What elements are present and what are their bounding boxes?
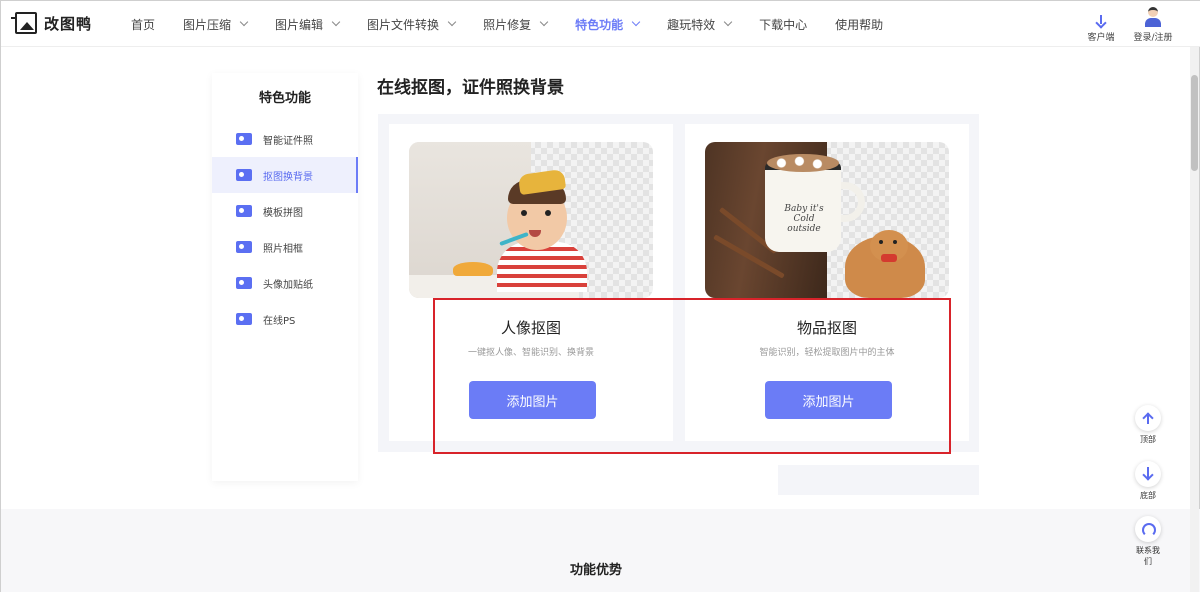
sidebar-item-label: 在线PS [263,315,296,327]
nav-item-download-center[interactable]: 下载中心 [759,16,807,33]
logo-text: 改图鸭 [44,14,93,33]
mug-text: Baby it's Cold outside [784,204,824,234]
advantages-section: 功能优势 [1,509,1200,592]
feature-sidebar: 特色功能 智能证件照 抠图换背景 模板拼图 照片相框 头像加贴纸 在线PS [212,73,358,481]
sidebar-item-label: 头像加贴纸 [263,279,313,291]
login-button[interactable]: 登录/注册 [1123,7,1183,43]
top-header: 改图鸭 首页 图片压缩 图片编辑 图片文件转换 照片修复 特色功能 趣玩特效 下… [1,1,1200,47]
float-label: 顶部 [1140,435,1156,444]
page-title: 在线抠图，证件照换背景 [377,78,564,98]
sidebar-item-label: 模板拼图 [263,207,303,219]
chevron-down-icon [539,17,549,27]
main-nav: 首页 图片压缩 图片编辑 图片文件转换 照片修复 特色功能 趣玩特效 下载中心 … [131,1,911,47]
chevron-down-icon [631,17,641,27]
chevron-down-icon [447,17,457,27]
nav-item-help[interactable]: 使用帮助 [835,16,883,33]
nav-item-image-edit[interactable]: 图片编辑 [275,16,341,33]
sidebar-item-label: 智能证件照 [263,135,313,147]
chevron-down-icon [239,17,249,27]
float-label: 联系我们 [1136,546,1160,566]
sidebar-item-online-ps[interactable]: 在线PS [212,301,358,337]
photo-frame-icon [236,241,252,253]
sidebar-item-avatar-sticker[interactable]: 头像加贴纸 [212,265,358,301]
sidebar-item-label: 照片相框 [263,243,303,255]
red-highlight-box [433,298,951,454]
logo-icon [11,12,37,34]
chevron-down-icon [723,17,733,27]
login-label: 登录/注册 [1133,33,1173,43]
nav-item-featured[interactable]: 特色功能 [575,16,641,33]
sidebar-item-photo-frame[interactable]: 照片相框 [212,229,358,265]
nav-item-fun-effects[interactable]: 趣玩特效 [667,16,733,33]
client-label: 客户端 [1087,33,1115,43]
arrow-down-icon [1135,461,1161,487]
go-to-bottom-button[interactable]: 底部 [1133,461,1163,501]
portrait-sample-image [409,142,653,298]
nav-item-image-compress[interactable]: 图片压缩 [183,16,249,33]
object-sample-image: Baby it's Cold outside [705,142,949,298]
sidebar-item-label: 抠图换背景 [263,171,313,183]
back-to-top-button[interactable]: 顶部 [1133,405,1163,445]
contact-us-button[interactable]: 联系我们 [1133,516,1163,567]
sidebar-item-template-collage[interactable]: 模板拼图 [212,193,358,229]
panel-footer-strip [778,465,979,495]
avatar-sticker-icon [236,277,252,289]
cutout-icon [236,169,252,181]
template-collage-icon [236,205,252,217]
arrow-up-icon [1135,405,1161,431]
client-download-button[interactable]: 客户端 [1071,7,1131,43]
user-avatar-icon [1145,7,1161,27]
download-icon [1096,15,1106,27]
headset-icon [1135,516,1161,542]
online-ps-icon [236,313,252,325]
float-label: 底部 [1140,491,1156,500]
nav-item-home[interactable]: 首页 [131,16,155,33]
nav-item-file-convert[interactable]: 图片文件转换 [367,16,457,33]
section-title: 功能优势 [569,563,622,578]
sidebar-title: 特色功能 [258,91,311,106]
logo[interactable]: 改图鸭 [11,12,93,34]
sidebar-item-id-photo[interactable]: 智能证件照 [212,121,358,157]
chevron-down-icon [331,17,341,27]
id-photo-icon [236,133,252,145]
sidebar-item-cutout[interactable]: 抠图换背景 [212,157,358,193]
vertical-scrollbar[interactable] [1190,47,1199,592]
nav-item-photo-repair[interactable]: 照片修复 [483,16,549,33]
scrollbar-thumb[interactable] [1191,75,1198,171]
